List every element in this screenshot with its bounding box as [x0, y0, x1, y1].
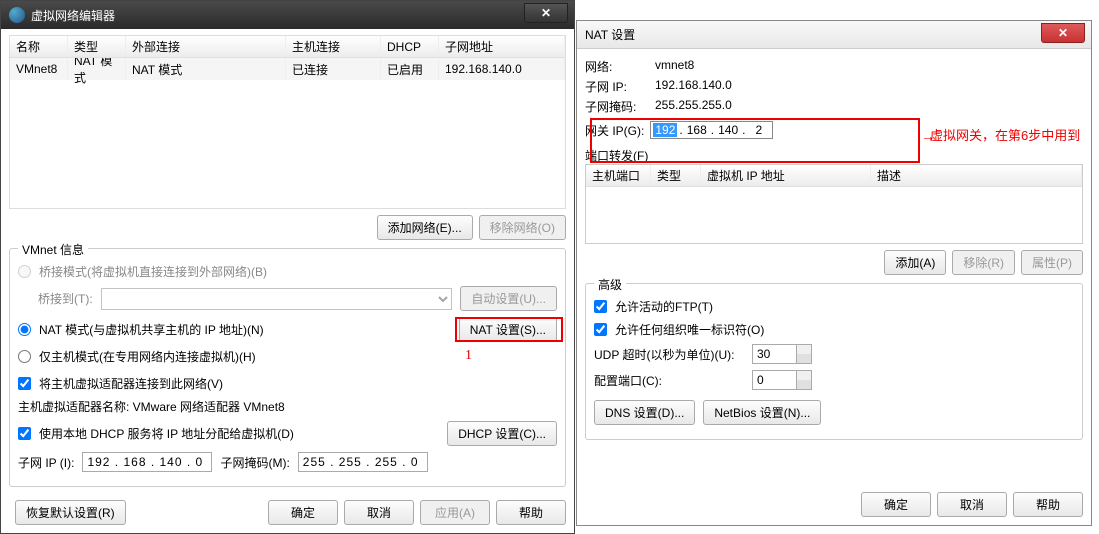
- virtual-network-editor-window: 虚拟网络编辑器 ✕ 名称 类型 外部连接 主机连接 DHCP 子网地址 VMne…: [0, 0, 575, 534]
- allow-ftp-label: 允许活动的FTP(T): [615, 298, 713, 315]
- nat-label: NAT 模式(与虚拟机共享主机的 IP 地址)(N): [39, 321, 264, 338]
- udp-timeout-label: UDP 超时(以秒为单位)(U):: [594, 346, 744, 363]
- udp-timeout-spinner[interactable]: 30: [752, 344, 812, 364]
- nat-settings-window: NAT 设置 ✕ 网络: vmnet8 子网 IP: 192.168.140.0…: [576, 20, 1092, 526]
- annotation-marker-1: 1: [465, 348, 472, 364]
- col-type[interactable]: 类型: [68, 36, 126, 57]
- port-forward-label: 端口转发(F): [585, 147, 1083, 164]
- bridged-radio[interactable]: [18, 265, 31, 278]
- subnet-mask-value: 255.255.255.0: [655, 98, 732, 115]
- network-value: vmnet8: [655, 58, 694, 75]
- use-dhcp-check[interactable]: [18, 427, 31, 440]
- ok-button[interactable]: 确定: [268, 500, 338, 525]
- port-forward-table: 主机端口 类型 虚拟机 IP 地址 描述: [585, 164, 1083, 244]
- close-button[interactable]: ✕: [1041, 23, 1085, 43]
- help-button[interactable]: 帮助: [1013, 492, 1083, 517]
- subnet-ip-label: 子网 IP (I):: [18, 454, 74, 471]
- cancel-button[interactable]: 取消: [937, 492, 1007, 517]
- restore-defaults-button[interactable]: 恢复默认设置(R): [15, 500, 126, 525]
- remove-button[interactable]: 移除(R): [952, 250, 1015, 275]
- cell-dhcp: 已启用: [381, 58, 439, 80]
- col-host[interactable]: 主机连接: [286, 36, 381, 57]
- use-dhcp-label: 使用本地 DHCP 服务将 IP 地址分配给虚拟机(D): [39, 425, 294, 442]
- table-header: 名称 类型 外部连接 主机连接 DHCP 子网地址: [10, 36, 565, 58]
- ok-button[interactable]: 确定: [861, 492, 931, 517]
- subnet-mask-label: 子网掩码(M):: [220, 454, 289, 471]
- adapter-name-label: 主机虚拟适配器名称: VMware 网络适配器 VMnet8: [18, 398, 557, 415]
- remove-network-button[interactable]: 移除网络(O): [479, 215, 566, 240]
- add-network-button[interactable]: 添加网络(E)...: [377, 215, 473, 240]
- col-subnet[interactable]: 子网地址: [439, 36, 565, 57]
- network-label: 网络:: [585, 58, 645, 75]
- cell-host: 已连接: [286, 58, 381, 80]
- pf-col-vmip[interactable]: 虚拟机 IP 地址: [701, 165, 871, 186]
- pf-col-port[interactable]: 主机端口: [586, 165, 651, 186]
- netbios-settings-button[interactable]: NetBios 设置(N)...: [703, 400, 821, 425]
- window-title: NAT 设置: [585, 26, 635, 43]
- table-row[interactable]: VMnet8 NAT 模式 NAT 模式 已连接 已启用 192.168.140…: [10, 58, 565, 80]
- window-title: 虚拟网络编辑器: [31, 7, 115, 24]
- bridged-to-select[interactable]: [101, 288, 453, 310]
- gateway-oct4[interactable]: 2: [747, 123, 770, 137]
- add-button[interactable]: 添加(A): [884, 250, 946, 275]
- cell-name: VMnet8: [10, 58, 68, 80]
- bridged-label: 桥接模式(将虚拟机直接连接到外部网络)(B): [39, 263, 267, 280]
- gateway-ip-input[interactable]: 192. 168. 140. 2: [650, 121, 773, 139]
- properties-button[interactable]: 属性(P): [1021, 250, 1083, 275]
- pf-col-type[interactable]: 类型: [651, 165, 701, 186]
- hostonly-radio[interactable]: [18, 350, 31, 363]
- subnet-ip-value: 192.168.140.0: [655, 78, 732, 95]
- group-title: VMnet 信息: [18, 241, 88, 258]
- advanced-title: 高级: [594, 276, 626, 293]
- nat-radio[interactable]: [18, 323, 31, 336]
- hostonly-label: 仅主机模式(在专用网络内连接虚拟机)(H): [39, 348, 256, 365]
- vmnet-info-group: VMnet 信息 桥接模式(将虚拟机直接连接到外部网络)(B) 桥接到(T): …: [9, 248, 566, 487]
- apply-button[interactable]: 应用(A): [420, 500, 490, 525]
- networks-table: 名称 类型 外部连接 主机连接 DHCP 子网地址 VMnet8 NAT 模式 …: [9, 35, 566, 209]
- subnet-ip-input[interactable]: 192 . 168 . 140 . 0: [82, 452, 212, 472]
- cell-ext: NAT 模式: [126, 58, 286, 80]
- cancel-button[interactable]: 取消: [344, 500, 414, 525]
- bridged-to-label: 桥接到(T):: [38, 290, 93, 307]
- config-port-label: 配置端口(C):: [594, 372, 744, 389]
- allow-ftp-check[interactable]: [594, 300, 607, 313]
- auto-settings-button[interactable]: 自动设置(U)...: [460, 286, 557, 311]
- gateway-oct2[interactable]: 168: [685, 123, 709, 137]
- subnet-ip-label: 子网 IP:: [585, 78, 645, 95]
- gateway-oct1[interactable]: 192: [653, 123, 677, 137]
- connect-adapter-label: 将主机虚拟适配器连接到此网络(V): [39, 375, 223, 392]
- nat-settings-button[interactable]: NAT 设置(S)...: [459, 317, 557, 342]
- connect-adapter-check[interactable]: [18, 377, 31, 390]
- dhcp-settings-button[interactable]: DHCP 设置(C)...: [447, 421, 557, 446]
- allow-org-check[interactable]: [594, 323, 607, 336]
- pf-col-desc[interactable]: 描述: [871, 165, 1082, 186]
- col-ext[interactable]: 外部连接: [126, 36, 286, 57]
- gateway-oct3[interactable]: 140: [716, 123, 740, 137]
- dns-settings-button[interactable]: DNS 设置(D)...: [594, 400, 695, 425]
- subnet-mask-input[interactable]: 255 . 255 . 255 . 0: [298, 452, 428, 472]
- cell-subnet: 192.168.140.0: [439, 58, 565, 80]
- titlebar: NAT 设置 ✕: [577, 21, 1091, 49]
- annotation-text: 虚拟网关，在第6步中用到: [930, 125, 1080, 144]
- cell-type: NAT 模式: [68, 58, 126, 80]
- titlebar: 虚拟网络编辑器 ✕: [1, 1, 574, 29]
- col-dhcp[interactable]: DHCP: [381, 36, 439, 57]
- advanced-group: 高级 允许活动的FTP(T) 允许任何组织唯一标识符(O) UDP 超时(以秒为…: [585, 283, 1083, 440]
- col-name[interactable]: 名称: [10, 36, 68, 57]
- subnet-mask-label: 子网掩码:: [585, 98, 645, 115]
- allow-org-label: 允许任何组织唯一标识符(O): [615, 321, 764, 338]
- help-button[interactable]: 帮助: [496, 500, 566, 525]
- close-button[interactable]: ✕: [524, 3, 568, 23]
- globe-icon: [9, 7, 25, 23]
- config-port-spinner[interactable]: 0: [752, 370, 812, 390]
- gateway-label: 网关 IP(G):: [585, 122, 644, 139]
